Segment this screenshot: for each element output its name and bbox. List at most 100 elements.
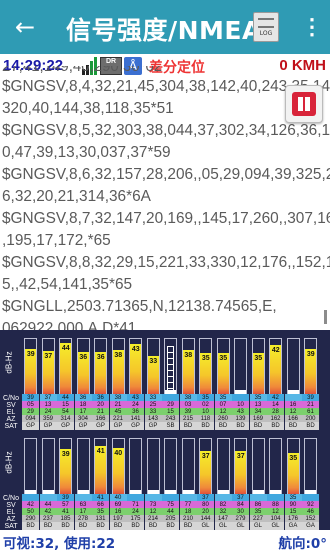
- bar-frame: [76, 438, 90, 494]
- nmea-line: ,195,17,172,*65: [2, 232, 111, 249]
- table-cell-sat: BD: [22, 522, 39, 530]
- nmea-log[interactable]: 27,41,149,40,290,30*02 $GNGSV,8,4,32,21,…: [0, 66, 330, 330]
- table-cell-sat: GP: [57, 422, 74, 430]
- axis-label-text: dB-Hz: [4, 351, 14, 374]
- nmea-line: $GNGSV,8,8,32,29,15,221,33,330,12,176,,1…: [2, 254, 330, 271]
- signal-bars-area: 39 41 40 37 37 35: [22, 436, 330, 494]
- satellite-bar-slot: 36: [92, 336, 110, 394]
- satellite-bar-slot: [22, 436, 40, 494]
- table-cell-sat: BD: [109, 522, 127, 530]
- satellite-bar-slot: 43: [127, 336, 145, 394]
- table-cell-sat: BD: [179, 522, 197, 530]
- satellite-bar-slot: 38: [180, 336, 198, 394]
- bar-frame: [164, 438, 177, 494]
- log-button-label: LOG: [259, 30, 273, 37]
- bar-value-label: 44: [61, 345, 70, 352]
- satellite-bar-slot: [215, 436, 233, 494]
- nmea-line: 6,32,20,21,314,36*6A: [2, 188, 151, 205]
- bar-value-label: 35: [201, 355, 210, 362]
- bar-frame: [146, 438, 160, 494]
- table-cell-sat: BD: [144, 522, 162, 530]
- satellite-info-table: C/No 39 37 44 36 36 38 43 33 38 35 35 35 42 39 SV 05 13 15…: [0, 394, 330, 430]
- satellite-bar-slot: 35: [285, 436, 303, 494]
- bar-value-label: 40: [114, 450, 123, 457]
- satellite-info-table: C/No 39 41 40 37 37 35 SV 42 44 57 63 66 69 71 73 75 77 80…: [0, 494, 330, 530]
- bar-value-label: 39: [306, 351, 315, 358]
- bar-value-label: 36: [96, 354, 105, 361]
- satellite-bar-slot: [232, 336, 250, 394]
- table-cell-sat: GP: [109, 422, 127, 430]
- log-file-icon[interactable]: LOG: [253, 12, 279, 42]
- satellite-bar-slot: 40: [110, 436, 128, 494]
- bar-value-label: 37: [236, 453, 245, 460]
- bar-value-label: 36: [79, 354, 88, 361]
- bar-frame: [269, 438, 282, 494]
- table-cell-sat: BD: [39, 522, 57, 530]
- signal-bars-area: 39 37 44 36 36 38 43 33 38 35 35 35 42 39: [22, 336, 330, 394]
- satellite-bar-slot: 42: [267, 336, 285, 394]
- table-cell-sat: BD: [179, 422, 197, 430]
- nmea-line: $GNGSV,8,4,32,21,45,304,38,142,40,243,35…: [2, 78, 330, 95]
- nmea-line: $GNGSV,8,7,32,147,20,169,,145,17,260,,30…: [2, 210, 330, 227]
- satellite-bar-slot: 35: [250, 336, 268, 394]
- bar-frame: [234, 338, 247, 394]
- bar-value-label: 41: [96, 448, 105, 455]
- table-cell-sat: BD: [162, 522, 179, 530]
- bar-frame: [251, 438, 265, 494]
- satellite-bar-slot: [162, 336, 180, 394]
- bar-value-label: 39: [61, 451, 70, 458]
- nmea-line: 0,47,39,13,30,037,37*59: [2, 144, 171, 161]
- bar-frame: [286, 338, 300, 394]
- bar-frame: [304, 438, 317, 494]
- bar-frame: [181, 438, 195, 494]
- table-cell-sat: BD: [127, 522, 144, 530]
- table-cell-sat: BD: [249, 422, 267, 430]
- ladder-bar-marker: [167, 346, 174, 394]
- table-cell-sat: GL: [232, 522, 249, 530]
- satellite-bar-slot: [267, 436, 285, 494]
- table-cell-sat: GL: [214, 522, 232, 530]
- bar-value-label: 35: [219, 355, 228, 362]
- satellite-bar-slot: 37: [232, 436, 250, 494]
- table-cell-sat: BD: [57, 522, 74, 530]
- nmea-line: 5,,42,54,141,35*65: [2, 276, 133, 293]
- back-arrow-icon[interactable]: ←: [10, 12, 40, 42]
- satellite-bar-slot: [180, 436, 198, 494]
- axis-label-dbhz: dB-Hz: [2, 444, 14, 480]
- bar-value-label: 33: [149, 358, 158, 365]
- table-cell-sat: GP: [74, 422, 92, 430]
- table-cell-sat: GP: [127, 422, 144, 430]
- app-bar: ← 信号强度/NMEA LOG ⋮: [0, 0, 330, 54]
- visible-used-count: 可视:32, 使用:22: [3, 536, 116, 550]
- table-cell-sat: GP: [144, 422, 162, 430]
- table-cell-sat: BD: [214, 422, 232, 430]
- satellite-bar-slot: [250, 436, 268, 494]
- pause-button[interactable]: [285, 85, 323, 123]
- more-options-icon[interactable]: ⋮: [300, 12, 324, 42]
- satellite-bar-slot: 41: [92, 436, 110, 494]
- axis-label-text: dB-Hz: [4, 451, 14, 474]
- table-cell-sat: BD: [74, 522, 92, 530]
- bar-value-label: 39: [26, 351, 35, 358]
- satellite-bar-slot: 37: [40, 336, 58, 394]
- table-cell-sat: GA: [284, 522, 302, 530]
- table-cell-sat: GA: [302, 522, 319, 530]
- satellite-bar-slot: [127, 436, 145, 494]
- satellite-bar-slot: 36: [75, 336, 93, 394]
- bar-value-label: 35: [254, 355, 263, 362]
- bar-value-label: 37: [201, 453, 210, 460]
- bar-value-label: 38: [184, 352, 193, 359]
- pause-icon: [292, 92, 316, 116]
- nmea-line: $GNGSV,8,6,32,157,28,206,,05,29,094,39,3…: [2, 166, 330, 183]
- satellite-bar-slot: 35: [215, 336, 233, 394]
- table-cell-sat: BD: [232, 422, 249, 430]
- heading-readout: 航向:0°: [278, 536, 327, 550]
- table-cell-sat: GL: [249, 522, 267, 530]
- bar-value-label: 43: [131, 346, 140, 353]
- scrollbar-thumb[interactable]: [324, 310, 327, 324]
- table-cell-sat: BD: [302, 422, 319, 430]
- nmea-line: $GNGSV,8,5,32,303,38,044,37,302,34,126,3…: [2, 122, 330, 139]
- bar-value-label: 35: [289, 455, 298, 462]
- table-cell-sat: GP: [39, 422, 57, 430]
- satellite-bar-slot: [75, 436, 93, 494]
